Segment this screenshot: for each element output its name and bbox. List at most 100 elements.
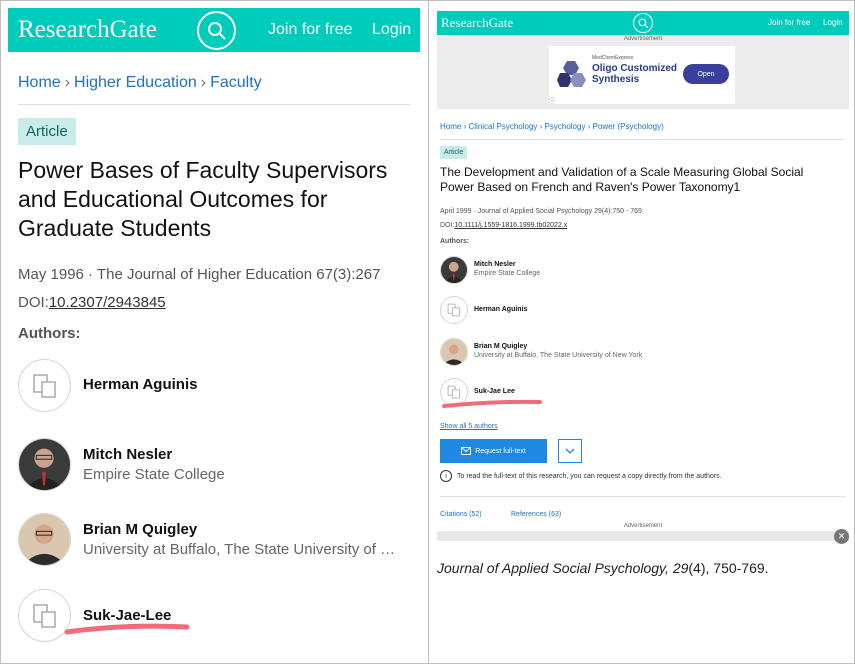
breadcrumb-home[interactable]: Home [18,74,61,92]
search-icon [207,21,226,40]
article-title: The Development and Validation of a Scal… [440,165,804,194]
publication-meta: April 1999 · Journal of Applied Social P… [440,208,642,215]
author-name[interactable]: Suk-Jae Lee [474,388,515,395]
authors-label: Authors: [440,238,470,245]
info-text: To read the full-text of this research, … [457,472,722,480]
chevron-right-icon: › [64,74,71,91]
doi-line: DOI:10.2307/2943845 [18,294,166,311]
highlight-underline [442,399,542,408]
author-avatar [440,338,468,366]
tab-references[interactable]: References (63) [511,511,561,518]
author-item[interactable]: Mitch Nesler Empire State College [18,438,418,492]
search-button[interactable] [633,13,653,33]
breadcrumb: Home › Clinical Psychology › Psychology … [440,122,664,131]
login-link[interactable]: Login [372,21,411,39]
ad-title: Oligo Customized Synthesis [592,63,677,85]
chevron-down-icon [565,448,575,454]
article-title: Power Bases of Faculty Supervisors and E… [18,157,388,241]
caption-journal: Journal of Applied Social Psychology [437,560,666,576]
breadcrumb-clinical-psychology[interactable]: Clinical Psychology [468,122,537,131]
user-placeholder-icon [32,603,56,628]
join-link[interactable]: Join for free [268,21,352,39]
doi-link[interactable]: 10.1111/j.1559-1816.1999.tb02022.x [454,222,567,229]
chevron-right-icon: › [463,122,467,131]
user-placeholder-icon [32,373,56,398]
breadcrumb-home[interactable]: Home [440,122,461,131]
author-item[interactable]: Herman Aguinis [18,359,418,413]
avatar-placeholder [440,296,468,324]
show-all-authors-link[interactable]: Show all 5 authors [440,423,498,430]
author-name[interactable]: Herman Aguinis [83,376,197,393]
author-item[interactable]: Mitch Nesler Empire State College [440,256,840,284]
ad-label: Advertisement [623,523,663,529]
breadcrumb-higher-education[interactable]: Higher Education [74,74,197,92]
ad-info-icon[interactable]: ⓘ [549,96,557,105]
doi-link[interactable]: 10.2307/2943845 [49,294,166,311]
ad-banner[interactable]: MedChemExpress Oligo Customized Synthesi… [549,46,735,104]
login-link[interactable]: Login [823,18,843,27]
author-name[interactable]: Herman Aguinis [474,306,527,313]
site-logo[interactable]: ResearchGate [441,15,513,31]
join-link[interactable]: Join for free [768,18,810,27]
author-name[interactable]: Mitch Nesler [474,261,516,268]
ad-label: Advertisement [623,36,663,42]
site-logo[interactable]: ResearchGate [18,16,157,44]
ad-brand: MedChemExpress [592,55,634,61]
left-panel: ResearchGate Join for free Login Home › … [0,0,428,664]
tab-citations[interactable]: Citations (52) [440,511,482,518]
divider [440,496,846,497]
advertisement-zone: Advertisement MedChemExpress Oligo Custo… [437,35,849,109]
breadcrumb-power[interactable]: Power (Psychology) [593,122,664,131]
author-photo-icon [19,514,70,565]
full-text-info: i To read the full-text of this research… [440,470,722,482]
article-badge: Article [18,118,76,145]
chevron-right-icon: › [200,74,207,91]
mail-icon [461,447,472,455]
author-photo-icon [19,439,70,490]
request-options-dropdown[interactable] [558,439,582,463]
close-icon[interactable]: ✕ [834,529,849,544]
caption-rest: (4), 750-769. [688,560,769,576]
search-icon [638,18,648,28]
authors-label: Authors: [18,325,81,342]
author-avatar [18,438,71,491]
author-photo-icon [441,257,467,283]
doi-prefix: DOI: [440,222,455,229]
author-photo-icon [441,339,467,365]
user-placeholder-icon [447,385,460,399]
citation-caption: Journal of Applied Social Psychology, 29… [437,560,769,576]
author-item[interactable]: Brian M Quigley University at Buffalo, T… [440,338,840,366]
site-header: ResearchGate Join for free Login [437,11,849,35]
chevron-right-icon: › [539,122,543,131]
author-item[interactable]: Brian M Quigley University at Buffalo, T… [18,513,418,567]
author-name[interactable]: Mitch Nesler [83,446,172,463]
site-header: ResearchGate Join for free Login [8,8,420,52]
right-panel: ResearchGate Join for free Login Adverti… [437,11,849,541]
author-item[interactable]: Herman Aguinis [440,296,840,324]
chevron-right-icon: › [587,122,591,131]
publication-meta: May 1996 · The Journal of Higher Educati… [18,266,381,283]
author-avatar [18,513,71,566]
author-name[interactable]: Brian M Quigley [83,521,197,538]
user-placeholder-icon [447,303,460,317]
ad-open-button[interactable]: Open [683,64,729,84]
search-button[interactable] [197,11,236,50]
divider [440,139,846,140]
panel-divider [428,0,429,664]
request-button-label: Request full-text [475,447,526,455]
highlight-underline [64,623,190,635]
caption-volume: 29 [672,560,689,576]
breadcrumb-faculty[interactable]: Faculty [210,74,262,92]
doi-prefix: DOI: [18,294,49,311]
divider [18,104,410,105]
ad-logo-icon [557,61,586,87]
doi-line: DOI:10.1111/j.1559-1816.1999.tb02022.x [440,222,567,229]
avatar-placeholder [18,359,71,412]
advertisement-zone [437,531,849,541]
author-affiliation: University at Buffalo, The State Univers… [474,352,643,359]
breadcrumb-psychology[interactable]: Psychology [545,122,586,131]
request-full-text-button[interactable]: Request full-text [440,439,547,463]
author-affiliation: Empire State College [83,466,225,483]
author-name[interactable]: Brian M Quigley [474,343,527,350]
author-affiliation: Empire State College [474,270,541,277]
